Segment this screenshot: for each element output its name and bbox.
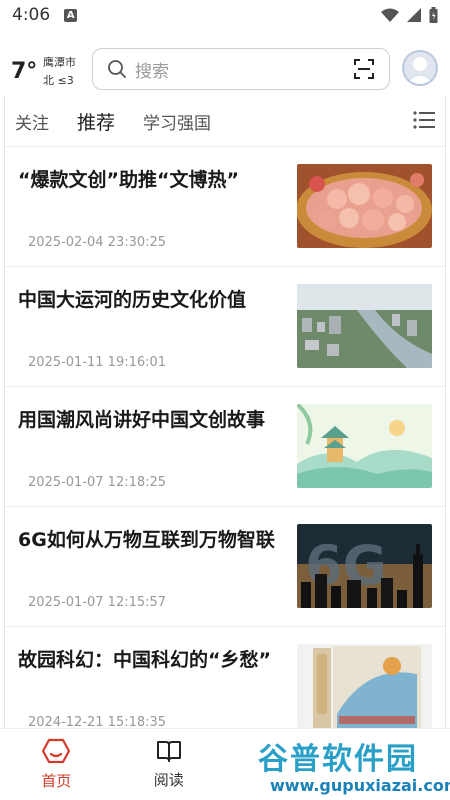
news-thumbnail[interactable]: 6G: [297, 524, 432, 608]
watermark: 谷普软件园 www.gupuxiazai.com: [248, 730, 450, 800]
user-avatar-icon: [407, 57, 433, 84]
news-title[interactable]: 中国大运河的历史文化价值: [18, 287, 283, 313]
battery-icon: [429, 7, 438, 23]
weather-wind: 北 ≤3: [43, 74, 74, 87]
news-title[interactable]: 用国潮风尚讲好中国文创故事: [18, 407, 283, 433]
news-title[interactable]: “爆款文创”助推“文博热”: [18, 167, 283, 193]
nav-home[interactable]: 首页: [0, 729, 113, 800]
news-thumbnail[interactable]: [297, 284, 432, 368]
weather-city[interactable]: 鹰潭市: [43, 54, 76, 70]
news-item[interactable]: “爆款文创”助推“文博热” 2025-02-04 23:30:25: [5, 146, 445, 266]
watermark-text: 谷普软件园: [258, 742, 418, 777]
status-bar: 4:06 A: [0, 0, 450, 30]
wifi-icon: [381, 8, 399, 22]
home-hexagon-icon: [42, 738, 71, 764]
header: 7° 鹰潭市 北 ≤3 搜索: [0, 44, 450, 96]
nav-home-label: 首页: [41, 772, 72, 790]
news-time: 2025-01-07 12:18:25: [28, 475, 167, 490]
watermark-url: www.gupuxiazai.com: [270, 776, 450, 795]
tab-bar: 关注 推荐 学习强国: [5, 96, 445, 146]
6g-skyline-image: 6G: [297, 524, 432, 608]
news-time: 2024-12-21 15:18:35: [28, 715, 167, 728]
news-time: 2025-01-07 12:15:57: [28, 595, 167, 610]
news-item[interactable]: 故园科幻：中国科幻的“乡愁” 2024-12-21 15:18:35: [5, 626, 445, 728]
news-title[interactable]: 故园科幻：中国科幻的“乡愁”: [18, 647, 283, 673]
status-time: 4:06: [12, 5, 51, 25]
search-placeholder: 搜索: [135, 61, 169, 82]
tab-xuexi[interactable]: 学习强国: [143, 109, 211, 134]
news-item[interactable]: 6G如何从万物互联到万物智联 2025-01-07 12:15:57 6G: [5, 506, 445, 626]
tab-recommend[interactable]: 推荐: [77, 108, 115, 135]
news-title[interactable]: 6G如何从万物互联到万物智联: [18, 527, 283, 553]
avatar[interactable]: [402, 50, 438, 86]
news-item[interactable]: 中国大运河的历史文化价值 2025-01-11 19:16:01: [5, 266, 445, 386]
scan-icon[interactable]: [353, 58, 375, 80]
book-icon: [156, 741, 181, 762]
pavilion-art-image: [297, 404, 432, 488]
search-bar[interactable]: 搜索: [92, 48, 390, 90]
book-covers-image: [297, 644, 432, 728]
search-icon: [108, 60, 126, 78]
notification-a-icon: A: [64, 8, 78, 22]
pink-toys-image: [297, 164, 432, 248]
tab-follow[interactable]: 关注: [15, 109, 49, 134]
news-time: 2025-01-11 19:16:01: [28, 355, 167, 370]
nav-read-label: 阅读: [153, 771, 184, 789]
menu-list-icon[interactable]: [413, 110, 435, 130]
weather-temperature[interactable]: 7°: [11, 59, 37, 84]
nav-read[interactable]: 阅读: [113, 729, 226, 800]
news-item[interactable]: 用国潮风尚讲好中国文创故事 2025-01-07 12:18:25: [5, 386, 445, 506]
status-icons: [381, 7, 438, 23]
news-thumbnail[interactable]: [297, 644, 432, 728]
canal-city-image: [297, 284, 432, 368]
main-content: 关注 推荐 学习强国 “爆款文创”助推“文博热” 2025-02-04 23:3…: [4, 96, 446, 728]
news-thumbnail[interactable]: [297, 164, 432, 248]
news-thumbnail[interactable]: [297, 404, 432, 488]
signal-icon: [407, 8, 421, 22]
news-time: 2025-02-04 23:30:25: [28, 235, 167, 250]
